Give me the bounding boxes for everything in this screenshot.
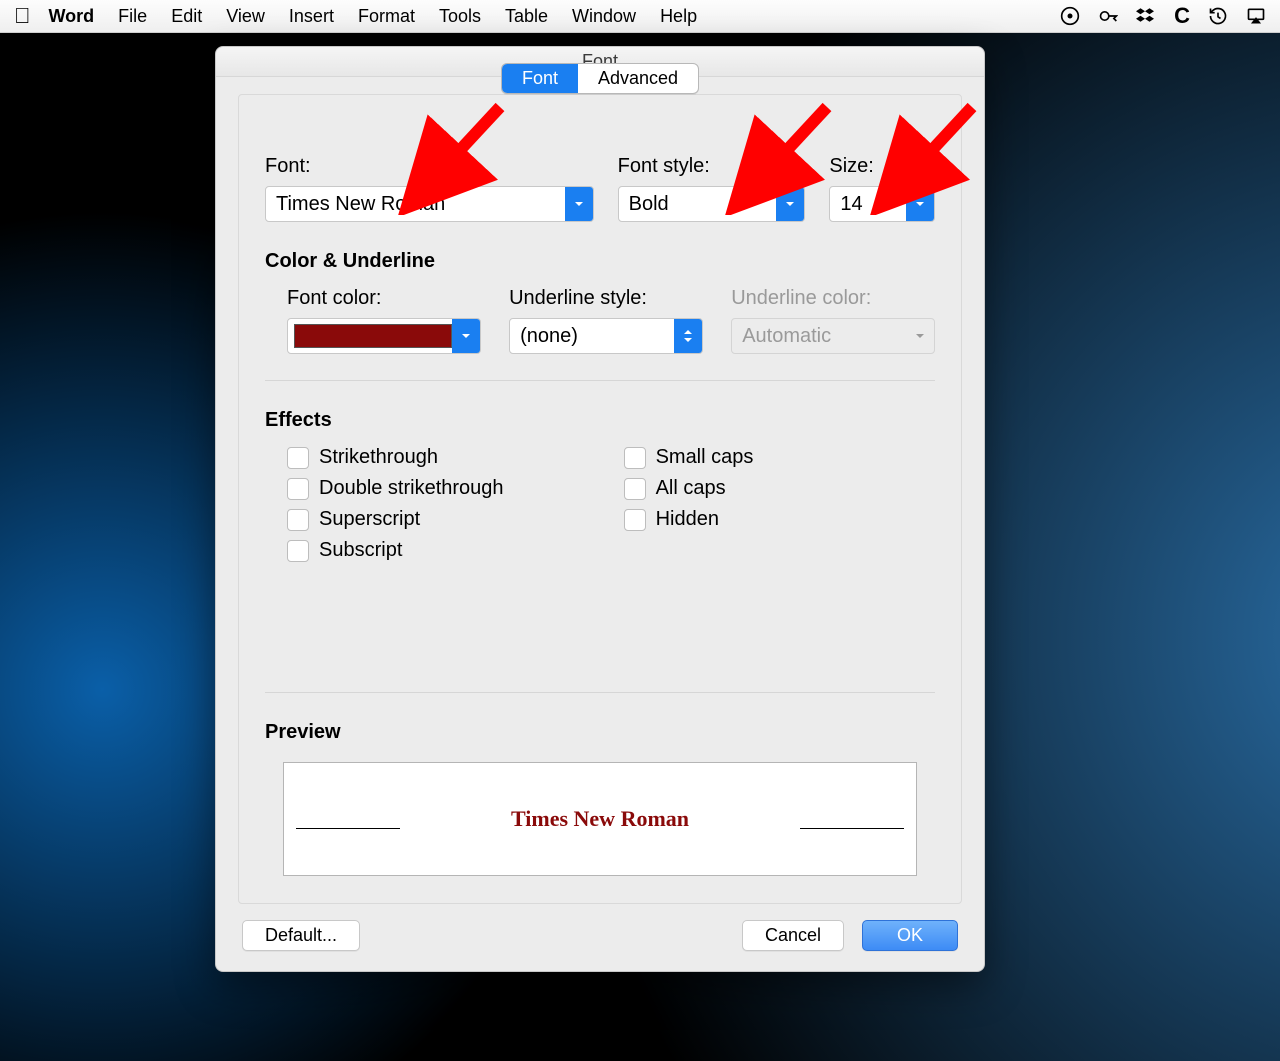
tab-advanced[interactable]: Advanced — [578, 64, 698, 93]
menubar-app[interactable]: Word — [49, 6, 95, 27]
size-dropdown[interactable]: 14 — [829, 186, 935, 222]
menubar-tools[interactable]: Tools — [439, 6, 481, 27]
font-style-value: Bold — [619, 187, 777, 221]
size-label: Size: — [829, 155, 935, 178]
menubar-view[interactable]: View — [226, 6, 265, 27]
checkbox-all-caps[interactable]: All caps — [624, 477, 754, 500]
menubar-file[interactable]: File — [118, 6, 147, 27]
menubar-window[interactable]: Window — [572, 6, 636, 27]
stepper-icon — [674, 319, 702, 353]
chevron-down-icon — [776, 187, 804, 221]
menubar-insert[interactable]: Insert — [289, 6, 334, 27]
ok-button[interactable]: OK — [862, 920, 958, 951]
dropbox-icon[interactable] — [1136, 6, 1156, 26]
underline-color-label: Underline color: — [731, 287, 935, 310]
preview-pane: Times New Roman — [283, 762, 917, 876]
checkbox-hidden[interactable]: Hidden — [624, 508, 754, 531]
checkbox-subscript[interactable]: Subscript — [287, 539, 504, 562]
font-dropdown[interactable]: Times New Roman — [265, 186, 594, 222]
key-icon[interactable] — [1098, 6, 1118, 26]
menubar-edit[interactable]: Edit — [171, 6, 202, 27]
font-style-label: Font style: — [618, 155, 806, 178]
preview-heading: Preview — [265, 721, 935, 744]
menubar-help[interactable]: Help — [660, 6, 697, 27]
preview-decoration — [800, 828, 904, 829]
color-underline-heading: Color & Underline — [265, 250, 935, 273]
underline-style-label: Underline style: — [509, 287, 703, 310]
checkbox-small-caps[interactable]: Small caps — [624, 446, 754, 469]
font-value: Times New Roman — [266, 187, 565, 221]
chevron-down-icon — [906, 187, 934, 221]
menubar-table[interactable]: Table — [505, 6, 548, 27]
menubar-tray: C — [1060, 3, 1266, 29]
timemachine-icon[interactable] — [1208, 6, 1228, 26]
font-style-dropdown[interactable]: Bold — [618, 186, 806, 222]
checkbox-strikethrough[interactable]: Strikethrough — [287, 446, 504, 469]
cancel-button[interactable]: Cancel — [742, 920, 844, 951]
chevron-down-icon — [906, 319, 934, 353]
menubar:  Word File Edit View Insert Format Tool… — [0, 0, 1280, 33]
refresh-icon[interactable]: C — [1174, 3, 1190, 29]
size-value: 14 — [830, 187, 906, 221]
apple-menu-icon[interactable]:  — [14, 3, 31, 29]
font-dialog: Font Font Advanced Font: Times New Roman — [215, 46, 985, 972]
preview-decoration — [296, 828, 400, 829]
airplay-icon[interactable] — [1246, 6, 1266, 26]
effects-heading: Effects — [265, 409, 935, 432]
desktop:  Word File Edit View Insert Format Tool… — [0, 0, 1280, 1061]
dialog-footer: Default... Cancel OK — [216, 904, 984, 971]
underline-style-value: (none) — [510, 319, 674, 353]
chevron-down-icon — [565, 187, 593, 221]
checkbox-superscript[interactable]: Superscript — [287, 508, 504, 531]
tab-segmented-control[interactable]: Font Advanced — [501, 63, 699, 94]
font-color-swatch — [294, 324, 452, 348]
font-label: Font: — [265, 155, 594, 178]
onepassword-icon[interactable] — [1060, 6, 1080, 26]
tab-font[interactable]: Font — [502, 64, 578, 93]
preview-text: Times New Roman — [511, 806, 689, 832]
checkbox-double-strikethrough[interactable]: Double strikethrough — [287, 477, 504, 500]
font-color-dropdown[interactable] — [287, 318, 481, 354]
font-color-label: Font color: — [287, 287, 481, 310]
underline-color-dropdown: Automatic — [731, 318, 935, 354]
underline-style-dropdown[interactable]: (none) — [509, 318, 703, 354]
underline-color-value: Automatic — [732, 319, 906, 353]
default-button[interactable]: Default... — [242, 920, 360, 951]
chevron-down-icon — [452, 319, 480, 353]
menubar-format[interactable]: Format — [358, 6, 415, 27]
